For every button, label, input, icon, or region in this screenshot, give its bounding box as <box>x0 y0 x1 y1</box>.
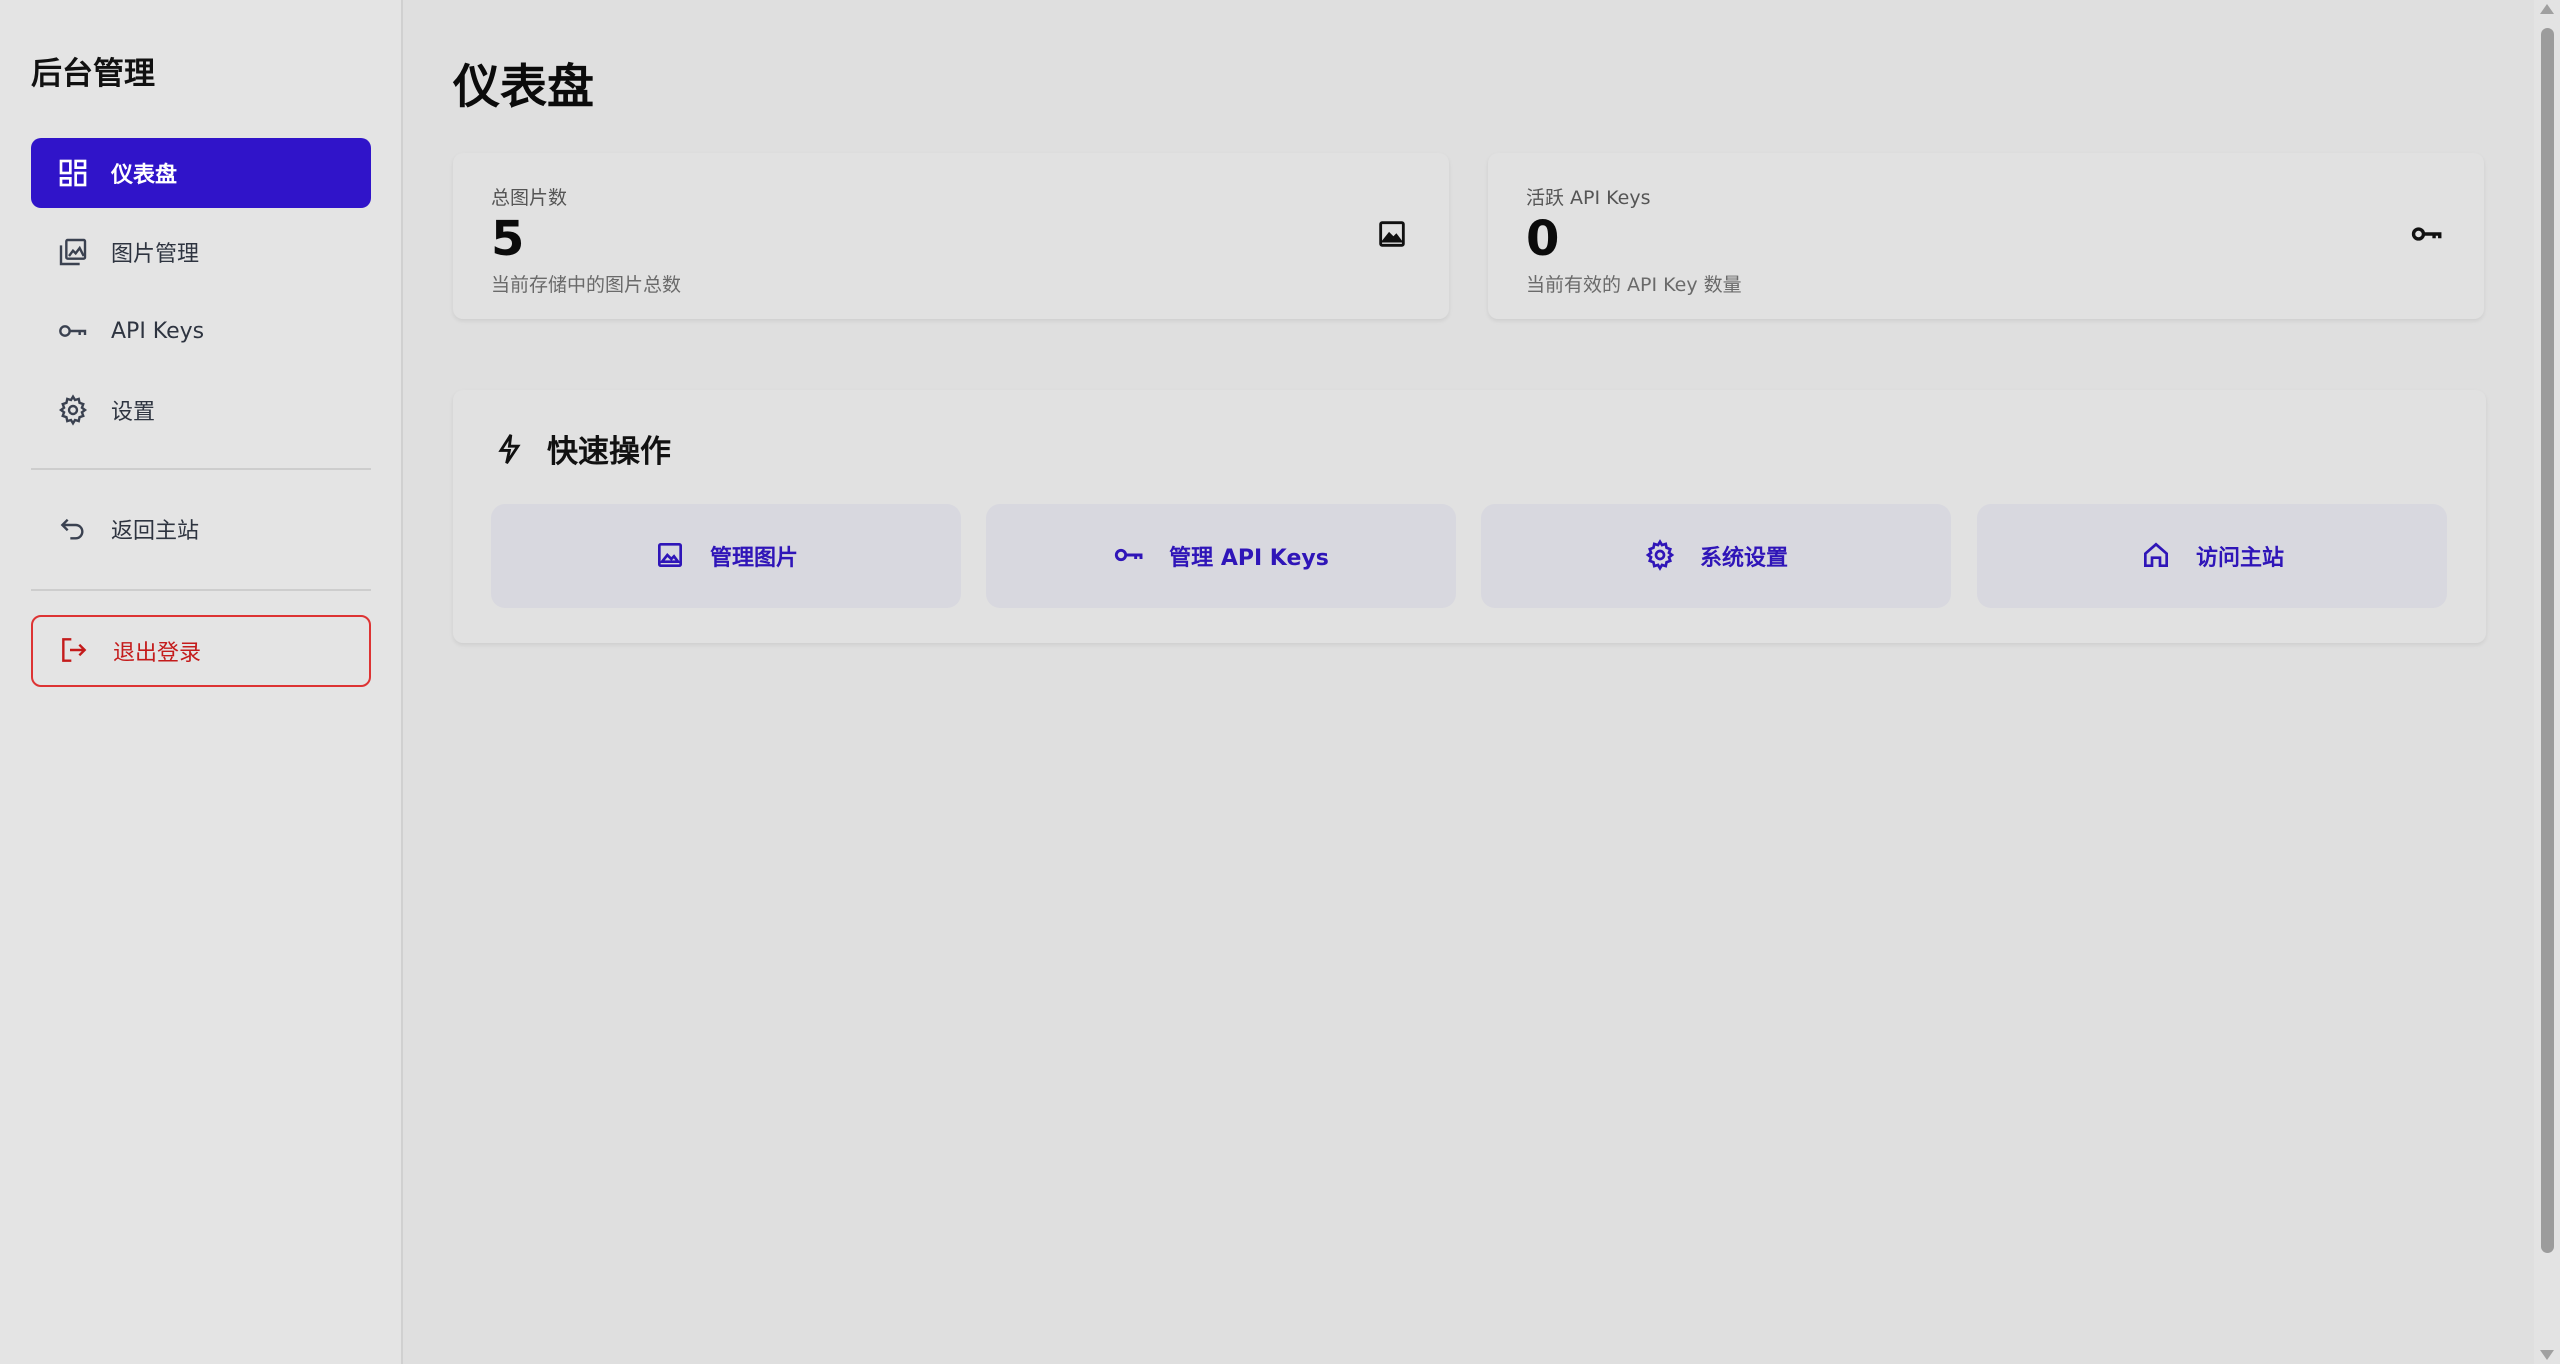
app: 后台管理 仪表盘 图片管理 API Keys 设置 返回主站 退出登录 仪表盘 … <box>0 0 2560 1364</box>
sidebar-item-label: API Keys <box>111 318 205 344</box>
gear-icon <box>1644 539 1678 573</box>
sidebar-item-dashboard[interactable]: 仪表盘 <box>31 138 371 208</box>
quick-actions-panel: 快速操作 管理图片 管理 API Keys 系统设置 访问主站 <box>453 390 2486 643</box>
sidebar-divider <box>31 468 371 470</box>
sidebar-item-images[interactable]: 图片管理 <box>31 217 371 287</box>
button-label: 系统设置 <box>1699 546 1788 571</box>
sidebar-item-label: 图片管理 <box>111 242 200 267</box>
stat-value: 5 <box>491 211 525 267</box>
back-to-site-label: 返回主站 <box>111 519 200 544</box>
button-label: 访问主站 <box>2195 546 2284 571</box>
image-icon <box>654 539 688 573</box>
image-icon <box>1375 217 1409 251</box>
stat-value: 0 <box>1526 211 1560 267</box>
key-icon <box>56 314 90 348</box>
visit-site-button[interactable]: 访问主站 <box>1977 504 2447 608</box>
scroll-up-arrow-icon[interactable] <box>2540 4 2554 14</box>
system-settings-button[interactable]: 系统设置 <box>1481 504 1951 608</box>
logout-label: 退出登录 <box>113 641 202 666</box>
stat-label: 活跃 API Keys <box>1526 187 1651 209</box>
stat-card-images: 总图片数 5 当前存储中的图片总数 <box>453 153 1449 319</box>
quick-actions-title: 快速操作 <box>547 434 671 470</box>
scroll-down-arrow-icon[interactable] <box>2540 1350 2554 1360</box>
stat-description: 当前有效的 API Key 数量 <box>1526 274 1742 296</box>
stat-description: 当前存储中的图片总数 <box>491 274 682 296</box>
home-icon <box>2140 539 2174 573</box>
sidebar-item-settings[interactable]: 设置 <box>31 375 371 445</box>
key-icon <box>2410 217 2444 251</box>
sidebar-divider <box>31 589 371 591</box>
sidebar-nav: 仪表盘 图片管理 API Keys 设置 <box>31 138 371 454</box>
page-title: 仪表盘 <box>453 60 594 115</box>
gear-icon <box>56 393 90 427</box>
lightning-icon <box>493 432 527 466</box>
stat-card-api-keys: 活跃 API Keys 0 当前有效的 API Key 数量 <box>1488 153 2484 319</box>
vertical-scrollbar[interactable] <box>2534 0 2560 1364</box>
button-label: 管理 API Keys <box>1169 546 1329 571</box>
sidebar: 后台管理 仪表盘 图片管理 API Keys 设置 返回主站 退出登录 <box>0 0 403 1364</box>
manage-api-keys-button[interactable]: 管理 API Keys <box>986 504 1456 608</box>
stat-label: 总图片数 <box>491 187 568 209</box>
sidebar-item-label: 设置 <box>111 400 156 425</box>
undo-arrow-icon <box>56 512 90 546</box>
manage-images-button[interactable]: 管理图片 <box>491 504 961 608</box>
dashboard-icon <box>56 156 90 190</box>
logout-icon <box>58 634 92 668</box>
key-icon <box>1113 539 1147 573</box>
button-label: 管理图片 <box>709 546 798 571</box>
back-to-site-link[interactable]: 返回主站 <box>31 494 371 564</box>
images-icon <box>56 235 90 269</box>
scroll-thumb[interactable] <box>2541 28 2554 1253</box>
brand-title: 后台管理 <box>31 56 155 92</box>
sidebar-item-api-keys[interactable]: API Keys <box>31 296 371 366</box>
quick-actions-header: 快速操作 <box>493 426 671 471</box>
logout-button[interactable]: 退出登录 <box>31 615 371 687</box>
sidebar-item-label: 仪表盘 <box>111 163 178 188</box>
